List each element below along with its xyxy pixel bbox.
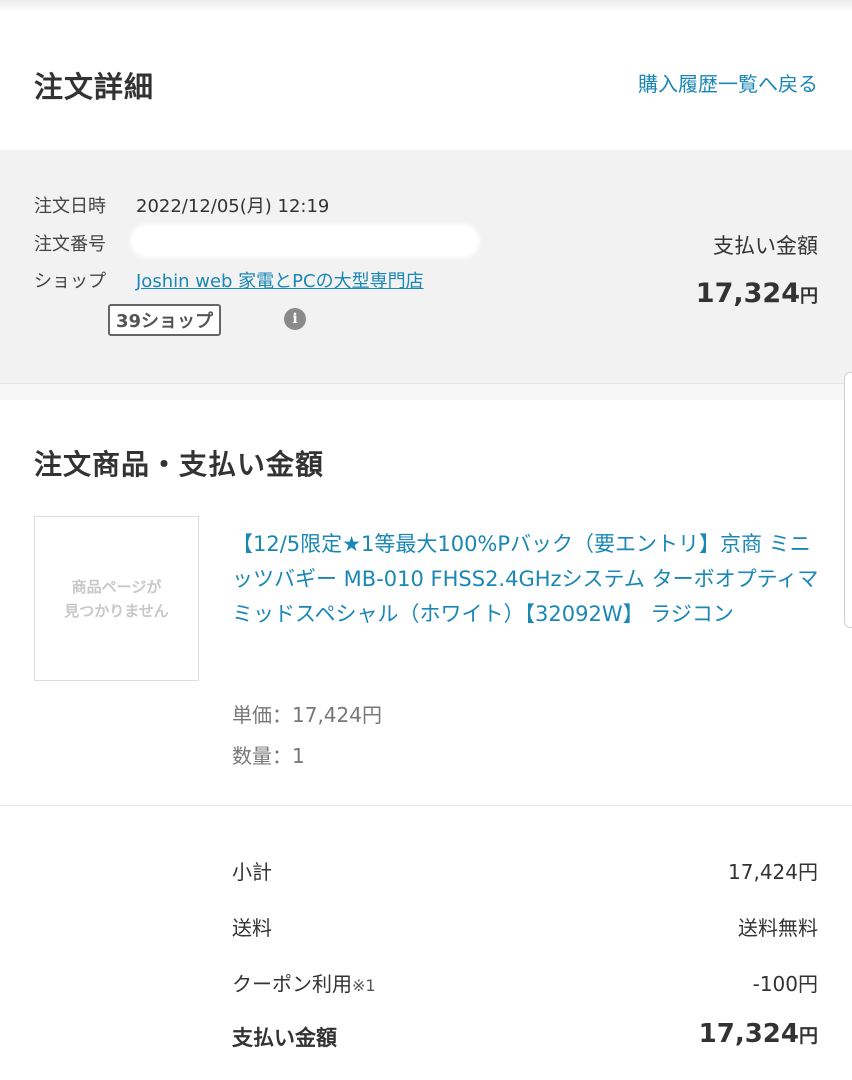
coupon-value: -100円 [752, 972, 818, 996]
order-number-label: 注文番号 [34, 234, 106, 255]
shop-label: ショップ [34, 271, 106, 292]
section-gap [0, 384, 852, 400]
order-info-panel: 注文日時 2022/12/05(月) 12:19 注文番号 ショップ Joshi… [0, 150, 852, 384]
subtotal-value: 17,424円 [728, 860, 818, 884]
order-date-label: 注文日時 [34, 196, 106, 217]
total-row: 支払い金額 17,324円 [232, 1019, 818, 1054]
total-amount: 17,324 [698, 1019, 799, 1049]
product-name-link[interactable]: 【12/5限定★1等最大100%Pバック（要エントリ】京商 ミニッツバギー MB… [232, 527, 822, 632]
shop-badge: 39ショップ [108, 304, 222, 336]
top-shadow-bar [0, 0, 852, 12]
scrollbar-thumb[interactable] [844, 372, 852, 628]
items-section-title: 注文商品・支払い金額 [34, 448, 325, 481]
shipping-label: 送料 [232, 916, 272, 940]
divider [0, 805, 852, 806]
coupon-note: ※1 [352, 976, 376, 995]
total-unit: 円 [798, 1025, 818, 1047]
payment-amount-value: 17,324円 [696, 278, 818, 309]
order-number-redacted [130, 224, 480, 258]
total-value: 17,324円 [699, 1019, 818, 1049]
order-date-value: 2022/12/05(月) 12:19 [136, 196, 330, 217]
payment-amount-unit: 円 [800, 286, 818, 307]
back-to-purchase-history-link[interactable]: 購入履歴一覧へ戻る [638, 68, 818, 97]
placeholder-line-1: 商品ページが [71, 578, 162, 596]
payment-amount-label: 支払い金額 [713, 234, 818, 258]
total-label: 支払い金額 [232, 1026, 337, 1050]
shipping-value: 送料無料 [738, 916, 818, 940]
placeholder-line-2: 見つかりません [64, 602, 169, 620]
subtotal-row: 小計 17,424円 [232, 856, 818, 888]
payment-amount-number: 17,324 [695, 278, 800, 309]
shop-name-link[interactable]: Joshin web 家電とPCの大型専門店 [136, 267, 424, 293]
shipping-row: 送料 送料無料 [232, 912, 818, 944]
coupon-row: クーポン利用※1 -100円 [232, 968, 818, 1000]
product-image-placeholder[interactable]: 商品ページが 見つかりません [34, 516, 199, 681]
page-header: 注文詳細 購入履歴一覧へ戻る [0, 12, 852, 150]
info-icon[interactable]: i [284, 308, 306, 330]
quantity: 数量：1 [232, 744, 305, 768]
product-image-placeholder-text: 商品ページが 見つかりません [35, 575, 198, 623]
page-title: 注文詳細 [34, 70, 155, 104]
subtotal-label: 小計 [232, 860, 272, 884]
unit-price: 単価：17,424円 [232, 703, 382, 727]
coupon-label: クーポン利用 [232, 972, 352, 996]
coupon-label-wrap: クーポン利用※1 [232, 968, 376, 997]
